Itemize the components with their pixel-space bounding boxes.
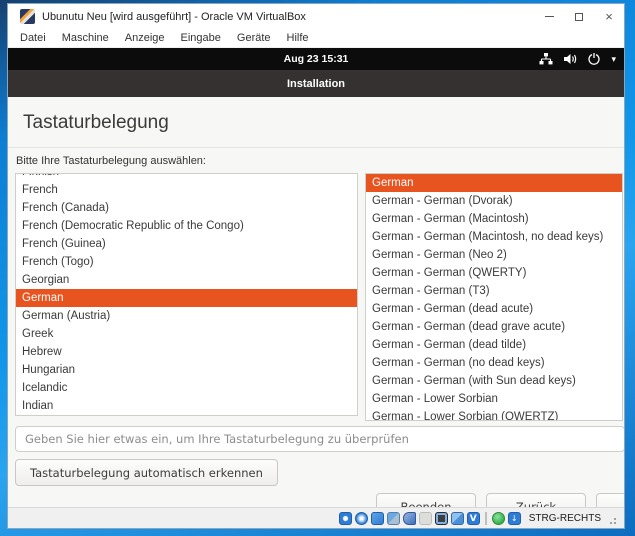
variant-list-item[interactable]: German - German (dead grave acute): [366, 318, 622, 336]
variant-list-item[interactable]: German - Lower Sorbian: [366, 390, 622, 408]
menu-item[interactable]: Geräte: [229, 32, 279, 44]
power-icon: [588, 53, 600, 65]
detect-layout-button[interactable]: Tastaturbelegung automatisch erkennen: [15, 459, 278, 486]
installer-body: Tastaturbelegung Bitte Ihre Tastaturbele…: [8, 97, 624, 507]
mouse-integration-icon[interactable]: [492, 512, 505, 525]
vm-screen: Aug 23 15:31: [8, 48, 624, 507]
variant-list-item[interactable]: German - Lower Sorbian (QWERTZ): [366, 408, 622, 421]
window-title: Ubunutu Neu [wird ausgeführt] - Oracle V…: [42, 11, 306, 23]
status-icons: V↓: [339, 512, 521, 525]
window-controls: ×: [534, 4, 624, 29]
continue-button-partial[interactable]: [596, 493, 624, 507]
installer-header: Installation: [8, 70, 624, 97]
network-icon: [539, 53, 553, 65]
layout-list[interactable]: FinnishFrenchFrench (Canada)French (Demo…: [15, 173, 358, 416]
virtualbox-window: Ubunutu Neu [wird ausgeführt] - Oracle V…: [7, 3, 625, 529]
variant-list-item[interactable]: German - German (with Sun dead keys): [366, 372, 622, 390]
optical-disc-icon[interactable]: [355, 512, 368, 525]
variant-list-item[interactable]: German - German (dead acute): [366, 300, 622, 318]
installer-header-title: Installation: [287, 78, 345, 90]
variant-list-item[interactable]: German - German (Macintosh): [366, 210, 622, 228]
maximize-button[interactable]: [564, 4, 594, 29]
network-icon[interactable]: [387, 512, 400, 525]
variant-list-item[interactable]: German: [366, 174, 622, 192]
shared-folders-icon[interactable]: [419, 512, 432, 525]
layout-list-item[interactable]: French (Democratic Republic of the Congo…: [16, 217, 357, 235]
page-title: Tastaturbelegung: [23, 112, 624, 134]
layout-list-item[interactable]: German: [16, 289, 357, 307]
host-key-label: STRG-RECHTS: [529, 513, 601, 524]
variant-list-item[interactable]: German - German (no dead keys): [366, 354, 622, 372]
minimize-icon: [545, 16, 554, 17]
ubuntu-top-bar: Aug 23 15:31: [8, 48, 624, 70]
close-button[interactable]: ×: [594, 4, 624, 29]
maximize-icon: [575, 13, 583, 21]
variant-list-item[interactable]: German - German (dead tilde): [366, 336, 622, 354]
menu-item[interactable]: Anzeige: [117, 32, 173, 44]
variant-list-item[interactable]: German - German (Neo 2): [366, 246, 622, 264]
variant-list-item[interactable]: German - German (T3): [366, 282, 622, 300]
layout-list-item[interactable]: German (Austria): [16, 307, 357, 325]
menu-bar: DateiMaschineAnzeigeEingabeGeräteHilfe: [8, 29, 624, 48]
usb-icon[interactable]: [403, 512, 416, 525]
layout-list-item[interactable]: Finnish: [16, 173, 357, 181]
divider: [8, 147, 624, 148]
vbox-status-bar: V↓ STRG-RECHTS: [8, 507, 624, 528]
virtualbox-app-icon: [20, 9, 35, 24]
layout-prompt: Bitte Ihre Tastaturbelegung auswählen:: [16, 155, 624, 167]
separator[interactable]: [485, 512, 487, 525]
menu-item[interactable]: Datei: [12, 32, 54, 44]
variant-list-item[interactable]: German - German (QWERTY): [366, 264, 622, 282]
layout-list-item[interactable]: Hungarian: [16, 361, 357, 379]
menu-item[interactable]: Hilfe: [279, 32, 317, 44]
back-button[interactable]: Zurück: [486, 493, 586, 507]
close-icon: ×: [605, 10, 613, 23]
menu-item[interactable]: Eingabe: [173, 32, 229, 44]
volume-icon: [564, 53, 577, 65]
variant-list-item[interactable]: German - German (Macintosh, no dead keys…: [366, 228, 622, 246]
clock[interactable]: Aug 23 15:31: [284, 53, 349, 65]
recording-icon[interactable]: [451, 512, 464, 525]
desktop-background: Ubunutu Neu [wird ausgeführt] - Oracle V…: [0, 0, 635, 536]
navigation-buttons: Beenden Zurück: [376, 493, 624, 507]
window-titlebar[interactable]: Ubunutu Neu [wird ausgeführt] - Oracle V…: [8, 4, 624, 29]
features-icon[interactable]: V: [467, 512, 480, 525]
chevron-down-icon: ▾: [611, 54, 616, 65]
layout-list-item[interactable]: French (Canada): [16, 199, 357, 217]
display-icon[interactable]: [435, 512, 448, 525]
minimize-button[interactable]: [534, 4, 564, 29]
layout-list-item[interactable]: Indian: [16, 397, 357, 415]
keyboard-capture-icon[interactable]: ↓: [508, 512, 521, 525]
layout-lists: FinnishFrenchFrench (Canada)French (Demo…: [15, 173, 623, 421]
layout-list-item[interactable]: French (Guinea): [16, 235, 357, 253]
layout-list-item[interactable]: Greek: [16, 325, 357, 343]
layout-list-item[interactable]: Icelandic: [16, 379, 357, 397]
hard-disk-icon[interactable]: [339, 512, 352, 525]
layout-list-item[interactable]: French (Togo): [16, 253, 357, 271]
system-indicators[interactable]: ▾: [539, 48, 616, 70]
variant-list-item[interactable]: German - German (Dvorak): [366, 192, 622, 210]
keyboard-test-input[interactable]: [15, 426, 624, 452]
resize-grip[interactable]: [608, 518, 616, 526]
quit-button[interactable]: Beenden: [376, 493, 476, 507]
layout-list-item[interactable]: Georgian: [16, 271, 357, 289]
menu-item[interactable]: Maschine: [54, 32, 117, 44]
layout-list-item[interactable]: French: [16, 181, 357, 199]
audio-icon[interactable]: [371, 512, 384, 525]
variant-list[interactable]: GermanGerman - German (Dvorak)German - G…: [365, 173, 623, 421]
layout-list-item[interactable]: Hebrew: [16, 343, 357, 361]
